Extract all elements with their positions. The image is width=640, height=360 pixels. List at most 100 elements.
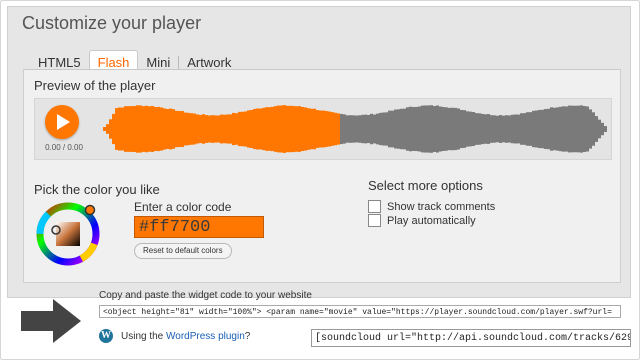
waveform-bar	[415, 106, 418, 152]
waveform-bar	[595, 116, 598, 142]
waveform-bar	[442, 106, 445, 152]
waveform-bar	[487, 114, 490, 144]
option-show-comments[interactable]: Show track comments	[368, 200, 495, 213]
customize-player-window: Customize your player HTML5 Flash Mini A…	[0, 0, 640, 360]
waveform-bar	[208, 115, 211, 143]
waveform-bar	[175, 110, 178, 148]
waveform-bar	[289, 105, 292, 153]
waveform-bar	[481, 113, 484, 145]
wordpress-plugin-link[interactable]: WordPress plugin	[166, 331, 245, 342]
copy-code-label: Copy and paste the widget code to your w…	[99, 290, 312, 301]
color-wheel-icon[interactable]	[36, 202, 100, 266]
waveform-bar	[571, 105, 574, 153]
page-title: Customize your player	[22, 13, 202, 33]
waveform[interactable]	[103, 103, 607, 155]
shortcode-field[interactable]: [soundcloud url="http://api.soundcloud.c…	[311, 329, 631, 347]
play-icon	[57, 114, 70, 130]
waveform-bar	[412, 107, 415, 151]
widget-code-field[interactable]: <object height="81" width="100%"> <param…	[99, 305, 621, 318]
waveform-bar	[364, 114, 367, 144]
waveform-bar	[322, 110, 325, 148]
waveform-bar	[475, 113, 478, 145]
waveform-bar	[460, 109, 463, 149]
color-code-input[interactable]: #ff7700	[134, 216, 264, 238]
waveform-bar	[247, 110, 250, 148]
waveform-bar	[562, 106, 565, 152]
waveform-bar	[400, 108, 403, 150]
waveform-bar	[457, 108, 460, 150]
waveform-bar	[340, 113, 343, 145]
waveform-bar	[229, 114, 232, 144]
waveform-bar	[139, 105, 142, 153]
waveform-bar	[127, 106, 130, 152]
waveform-bar	[169, 108, 172, 150]
waveform-bar	[187, 112, 190, 146]
waveform-bar	[577, 105, 580, 153]
waveform-bar	[493, 115, 496, 143]
waveform-bar	[508, 115, 511, 143]
waveform-bar	[103, 127, 106, 131]
more-options-label: Select more options	[368, 178, 483, 193]
waveform-bar	[325, 111, 328, 147]
waveform-bar	[154, 106, 157, 152]
waveform-bar	[463, 110, 466, 148]
waveform-bar	[580, 105, 583, 153]
waveform-bar	[220, 114, 223, 144]
waveform-bar	[421, 105, 424, 153]
time-display: 0.00 / 0.00	[45, 143, 83, 152]
waveform-bar	[397, 109, 400, 149]
wordpress-icon: W	[99, 329, 113, 343]
waveform-bar	[178, 111, 181, 147]
waveform-bar	[478, 113, 481, 145]
waveform-bar	[523, 113, 526, 145]
wordpress-line: W Using the WordPress plugin?	[99, 329, 250, 343]
waveform-bar	[541, 109, 544, 149]
waveform-bar	[112, 113, 115, 145]
waveform-bar	[283, 105, 286, 153]
waveform-bar	[151, 106, 154, 152]
waveform-bar	[232, 112, 235, 146]
waveform-bar	[592, 112, 595, 146]
waveform-bar	[181, 111, 184, 147]
waveform-bar	[496, 115, 499, 143]
flash-tab-content: Preview of the player 0.00 / 0.00 Pick t…	[23, 69, 621, 283]
waveform-bar	[559, 106, 562, 152]
waveform-bar	[391, 110, 394, 148]
waveform-bar	[163, 108, 166, 150]
waveform-bar	[265, 107, 268, 151]
waveform-bar	[469, 111, 472, 147]
option-autoplay[interactable]: Play automatically	[368, 214, 476, 227]
embed-section: Copy and paste the widget code to your w…	[95, 289, 635, 355]
waveform-bar	[454, 107, 457, 151]
waveform-bar	[490, 115, 493, 143]
waveform-bar	[202, 114, 205, 144]
waveform-bar	[604, 126, 607, 132]
show-comments-checkbox[interactable]	[368, 200, 381, 213]
reset-colors-button[interactable]: Reset to default colors	[134, 243, 232, 259]
waveform-bar	[517, 114, 520, 144]
waveform-bar	[502, 115, 505, 143]
waveform-bar	[160, 107, 163, 151]
waveform-bar	[556, 107, 559, 151]
waveform-bar	[574, 105, 577, 153]
waveform-bar	[319, 110, 322, 148]
waveform-bar	[313, 108, 316, 150]
waveform-bar	[223, 114, 226, 144]
waveform-bar	[142, 106, 145, 152]
waveform-bar	[310, 108, 313, 150]
autoplay-checkbox[interactable]	[368, 214, 381, 227]
waveform-bar	[352, 115, 355, 143]
play-button[interactable]	[45, 105, 79, 139]
waveform-bar	[130, 106, 133, 152]
waveform-bar	[484, 114, 487, 144]
waveform-bar	[538, 109, 541, 149]
waveform-bar	[403, 108, 406, 150]
waveform-bar	[256, 108, 259, 150]
waveform-bar	[598, 119, 601, 139]
waveform-bar	[355, 115, 358, 143]
waveform-bar	[472, 111, 475, 147]
waveform-bar	[109, 119, 112, 139]
waveform-bar	[145, 105, 148, 153]
waveform-bar	[385, 112, 388, 146]
waveform-bar	[298, 106, 301, 152]
